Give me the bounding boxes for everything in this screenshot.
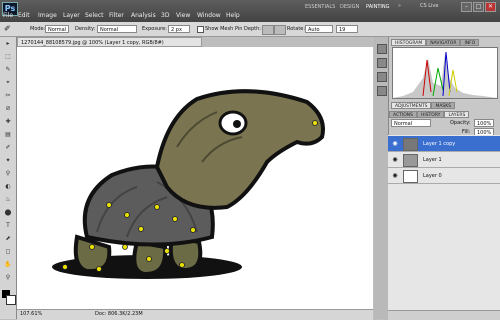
menu-layer[interactable]: Layer xyxy=(63,12,80,19)
menu-3d[interactable]: 3D xyxy=(161,12,169,19)
pen-tool-icon[interactable]: ⬤ xyxy=(3,209,13,216)
adjustments-panel-tabs: ADJUSTMENTS MASKS xyxy=(391,102,456,109)
layer-name: Layer 1 xyxy=(423,157,442,163)
menu-select[interactable]: Select xyxy=(85,12,104,19)
rotate-angle-field[interactable]: 19 xyxy=(336,25,358,33)
mode-label: Mode: xyxy=(30,26,46,32)
workspace-design[interactable]: DESIGN xyxy=(340,4,359,10)
layer-thumbnail xyxy=(403,170,418,183)
tab-actions[interactable]: ACTIONS xyxy=(389,111,417,118)
exposure-label: Exposure: xyxy=(142,26,167,32)
brush-tool-icon[interactable]: ▤ xyxy=(3,131,13,138)
rotate-select[interactable]: Auto xyxy=(305,25,333,33)
shape-tool-icon[interactable]: ◻ xyxy=(3,248,13,255)
panel-icon-2[interactable] xyxy=(377,58,387,68)
zoom-level[interactable]: 107.61% xyxy=(20,311,42,317)
tab-adjustments[interactable]: ADJUSTMENTS xyxy=(391,102,432,109)
eye-icon[interactable]: ◉ xyxy=(391,173,399,179)
workspace-essentials[interactable]: ESSENTIALS xyxy=(305,4,335,10)
history-brush-tool-icon[interactable]: ✦ xyxy=(3,157,13,164)
stamp-tool-icon[interactable]: ✐ xyxy=(3,144,13,151)
dodge-tool-icon[interactable]: ♨ xyxy=(3,196,13,203)
menu-file[interactable]: File xyxy=(3,12,13,19)
move-tool-icon[interactable]: ▸ xyxy=(3,40,13,47)
type-tool-icon[interactable]: T xyxy=(3,222,13,229)
healing-tool-icon[interactable]: ✚ xyxy=(3,118,13,125)
menu-view[interactable]: View xyxy=(176,12,190,19)
layer-name: Layer 0 xyxy=(423,173,442,179)
eyedropper-tool-icon[interactable]: ⊘ xyxy=(3,105,13,112)
zoom-tool-icon[interactable]: ⚲ xyxy=(3,274,13,281)
pin-depth-down-icon[interactable] xyxy=(274,25,286,35)
histogram-display xyxy=(392,47,498,99)
layer-thumbnail xyxy=(403,154,418,167)
maximize-icon[interactable]: □ xyxy=(473,2,484,12)
hand-tool-icon[interactable]: ✋ xyxy=(3,261,13,268)
tab-info[interactable]: INFO xyxy=(460,39,480,46)
show-mesh-checkbox[interactable] xyxy=(197,26,204,33)
background-color-swatch[interactable] xyxy=(6,295,16,305)
tab-histogram[interactable]: HISTOGRAM xyxy=(391,39,427,46)
tab-history[interactable]: HISTORY xyxy=(416,111,445,118)
tab-layers[interactable]: LAYERS xyxy=(444,111,470,118)
path-select-tool-icon[interactable]: ⬈ xyxy=(3,235,13,242)
layers-panel-tabs: ACTIONS HISTORY LAYERS xyxy=(389,111,470,118)
panel-icon-4[interactable] xyxy=(377,86,387,96)
menu-edit[interactable]: Edit xyxy=(18,12,30,19)
pin-depth-up-icon[interactable] xyxy=(262,25,274,35)
opacity-label: Opacity: xyxy=(450,120,471,126)
tab-navigator[interactable]: NAVIGATOR xyxy=(426,39,461,46)
workspace-painting[interactable]: PAINTING xyxy=(366,4,389,10)
crop-tool-icon[interactable]: ✂ xyxy=(3,92,13,99)
rotate-label: Rotate: xyxy=(287,26,306,32)
blend-mode-select[interactable]: Normal xyxy=(391,119,431,127)
mode-select[interactable]: Normal xyxy=(45,25,69,33)
density-select[interactable]: Normal xyxy=(97,25,137,33)
opacity-field[interactable]: 100% xyxy=(474,119,494,127)
lasso-tool-icon[interactable]: ✎ xyxy=(3,66,13,73)
eye-icon[interactable]: ◉ xyxy=(391,141,399,147)
menu-image[interactable]: Image xyxy=(38,12,57,19)
menu-filter[interactable]: Filter xyxy=(109,12,124,19)
minimize-icon[interactable]: – xyxy=(461,2,472,12)
menu-help[interactable]: Help xyxy=(226,12,240,19)
show-mesh-label: Show Mesh xyxy=(205,26,234,32)
close-icon[interactable]: ✕ xyxy=(485,2,496,12)
exposure-field[interactable]: 2 px xyxy=(168,25,190,33)
gradient-tool-icon[interactable]: ◐ xyxy=(3,183,13,190)
eye-icon[interactable]: ◉ xyxy=(391,157,399,163)
marquee-tool-icon[interactable]: ⬚ xyxy=(3,53,13,60)
cs-live-button[interactable]: CS Live xyxy=(420,3,438,9)
menu-window[interactable]: Window xyxy=(197,12,221,19)
panel-icon-1[interactable] xyxy=(377,44,387,54)
warp-tool-icon[interactable]: ✐ xyxy=(4,24,11,33)
document-tab[interactable]: 1270144_88108579.jpg @ 100% (Layer 1 cop… xyxy=(17,37,202,47)
quick-select-tool-icon[interactable]: ⌖ xyxy=(3,79,13,86)
panel-icon-3[interactable] xyxy=(377,72,387,82)
menu-analysis[interactable]: Analysis xyxy=(131,12,156,19)
layer-name: Layer 1 copy xyxy=(423,141,456,147)
layer-thumbnail xyxy=(403,138,418,151)
status-bar xyxy=(17,309,373,320)
turtle-artwork xyxy=(52,89,325,279)
histogram-panel-tabs: HISTOGRAM NAVIGATOR INFO xyxy=(391,39,480,46)
density-label: Density: xyxy=(75,26,96,32)
tab-masks[interactable]: MASKS xyxy=(431,102,456,109)
document-info[interactable]: Doc: 806.3K/2.23M xyxy=(95,311,143,317)
pin-depth-label: Pin Depth: xyxy=(235,26,261,32)
eraser-tool-icon[interactable]: ⚲ xyxy=(3,170,13,177)
chevron-double-icon[interactable]: » xyxy=(398,3,401,9)
